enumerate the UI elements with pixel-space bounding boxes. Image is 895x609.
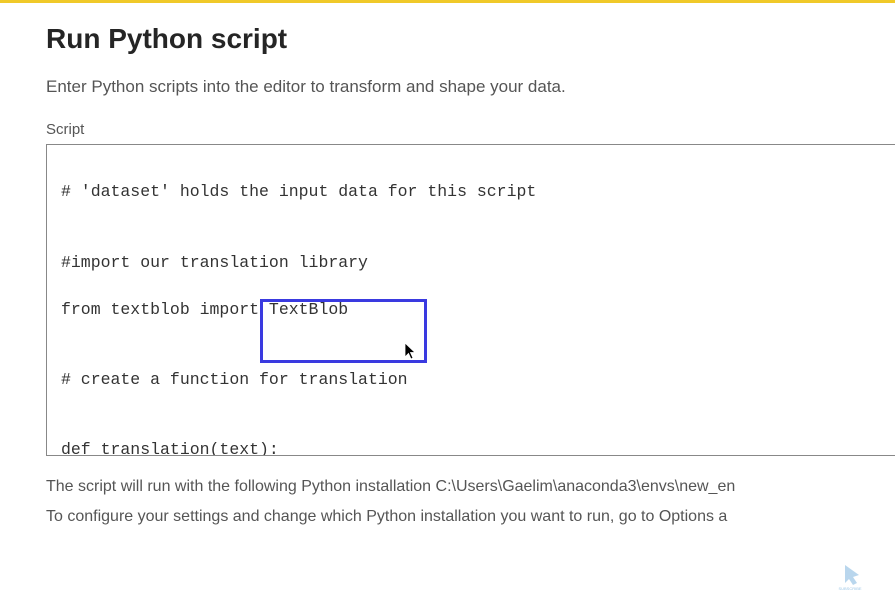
code-line: #import our translation library	[61, 251, 881, 274]
code-line: # create a function for translation	[61, 368, 881, 391]
script-label: Script	[46, 121, 849, 138]
mouse-cursor-icon	[403, 341, 419, 361]
footer-line-2: To configure your settings and change wh…	[46, 502, 895, 532]
subscribe-watermark-icon: SUBSCRIBE	[825, 561, 875, 591]
script-editor[interactable]: # 'dataset' holds the input data for thi…	[46, 144, 895, 456]
footer-info: The script will run with the following P…	[46, 472, 895, 531]
dialog-description: Enter Python scripts into the editor to …	[46, 77, 849, 97]
code-line: from textblob import TextBlob	[61, 298, 881, 321]
dialog-title: Run Python script	[46, 23, 849, 55]
svg-text:SUBSCRIBE: SUBSCRIBE	[838, 586, 861, 591]
code-line: def translation(text):	[61, 438, 881, 456]
footer-line-1: The script will run with the following P…	[46, 472, 895, 502]
code-line: # 'dataset' holds the input data for thi…	[61, 180, 881, 203]
dialog-content: Run Python script Enter Python scripts i…	[0, 3, 895, 531]
